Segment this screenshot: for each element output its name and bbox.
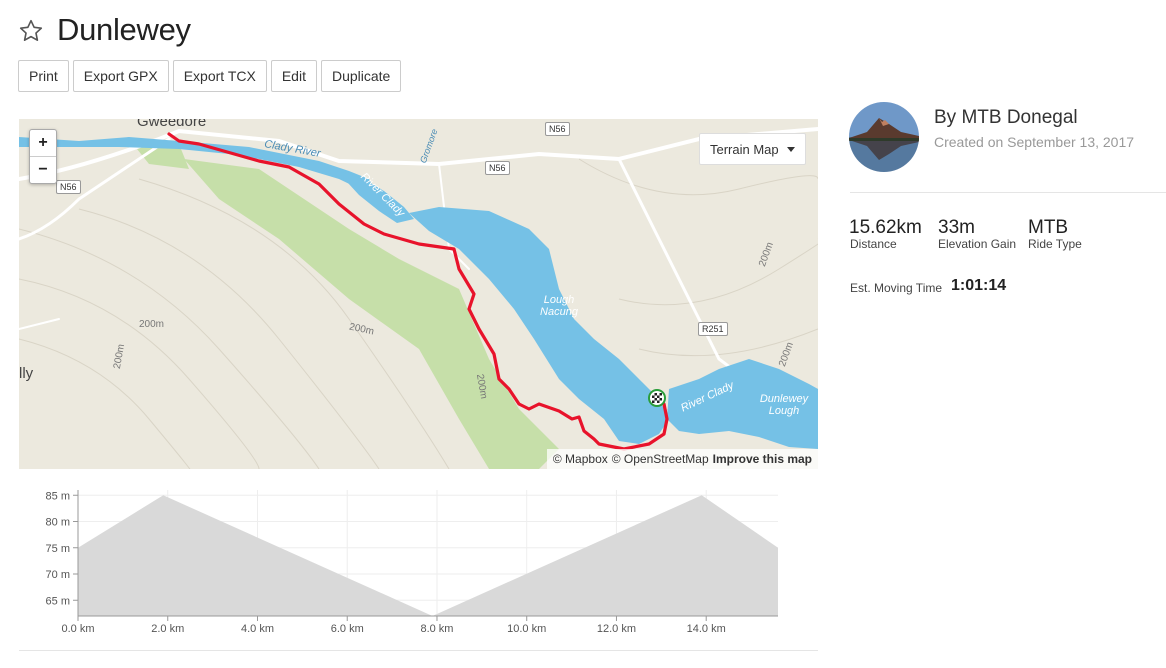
start-finish-marker[interactable] xyxy=(648,389,666,407)
y-tick-label: 65 m xyxy=(46,595,70,607)
export-tcx-button[interactable]: Export TCX xyxy=(172,60,267,92)
contour-label: 200m xyxy=(139,319,165,330)
zoom-in-button[interactable]: + xyxy=(30,130,56,156)
chevron-down-icon xyxy=(786,146,795,152)
map-attribution: © Mapbox © OpenStreetMap Improve this ma… xyxy=(546,449,818,469)
edit-button[interactable]: Edit xyxy=(270,60,317,92)
elevation-gain-label: Elevation Gain xyxy=(938,237,1017,251)
road-badge-n56: N56 xyxy=(545,122,570,136)
forest-areas xyxy=(129,139,559,469)
attribution-mapbox-link[interactable]: © Mapbox xyxy=(553,452,608,466)
label-dunlewey-lough: Dunlewey Lough xyxy=(759,393,809,417)
x-tick-label: 14.0 km xyxy=(687,623,726,635)
map-canvas[interactable] xyxy=(19,119,818,469)
map-layer-dropdown[interactable]: Terrain Map xyxy=(699,133,806,165)
y-tick-label: 75 m xyxy=(46,543,70,555)
created-date: Created on September 13, 2017 xyxy=(934,134,1135,150)
print-button[interactable]: Print xyxy=(18,60,69,92)
zoom-control: + − xyxy=(29,129,57,184)
duplicate-button[interactable]: Duplicate xyxy=(320,60,402,92)
x-tick-label: 6.0 km xyxy=(331,623,364,635)
avatar[interactable] xyxy=(849,102,919,172)
moving-time-label: Est. Moving Time xyxy=(850,281,943,295)
divider xyxy=(19,650,818,651)
x-tick-label: 12.0 km xyxy=(597,623,636,635)
elevation-gain-value: 33m xyxy=(938,217,975,238)
favorite-star-icon[interactable] xyxy=(18,18,44,44)
y-tick-label: 85 m xyxy=(46,490,70,502)
x-tick-label: 0.0 km xyxy=(61,623,94,635)
label-town-partial: lly xyxy=(19,365,34,382)
y-tick-label: 70 m xyxy=(46,569,70,581)
divider xyxy=(850,192,1166,193)
x-tick-label: 2.0 km xyxy=(151,623,184,635)
label-gweedore: Gweedore xyxy=(137,119,207,130)
map-layer-label: Terrain Map xyxy=(710,141,779,157)
label-lough-nacung: Lough Nacung xyxy=(540,294,578,318)
road-badge-r251: R251 xyxy=(698,322,728,336)
route-title: Dunlewey xyxy=(57,12,191,47)
route-toolbar: Print Export GPX Export TCX Edit Duplica… xyxy=(18,60,402,92)
x-tick-label: 4.0 km xyxy=(241,623,274,635)
elevation-profile-chart[interactable]: 65 m 70 m 75 m 80 m 85 m 0.0 km 2.0 km 4.0 km 6.… xyxy=(19,484,809,644)
zoom-out-button[interactable]: − xyxy=(30,156,56,183)
attribution-osm-link[interactable]: © OpenStreetMap xyxy=(612,452,709,466)
route-map[interactable]: Gweedore lly Clady River River Clady Riv… xyxy=(19,119,818,469)
y-tick-label: 80 m xyxy=(46,517,70,529)
elevation-area xyxy=(78,495,778,616)
ride-type-value: MTB xyxy=(1028,217,1069,238)
improve-map-link[interactable]: Improve this map xyxy=(713,452,812,466)
road-badge-n56: N56 xyxy=(485,161,510,175)
road-badge-n56: N56 xyxy=(56,180,81,194)
distance-label: Distance xyxy=(850,237,897,251)
x-tick-label: 10.0 km xyxy=(507,623,546,635)
owner-name[interactable]: By MTB Donegal xyxy=(934,107,1078,129)
distance-value: 15.62km xyxy=(849,217,922,238)
moving-time-value: 1:01:14 xyxy=(951,277,1007,294)
ride-type-label: Ride Type xyxy=(1028,237,1082,251)
export-gpx-button[interactable]: Export GPX xyxy=(72,60,169,92)
x-tick-label: 8.0 km xyxy=(420,623,453,635)
